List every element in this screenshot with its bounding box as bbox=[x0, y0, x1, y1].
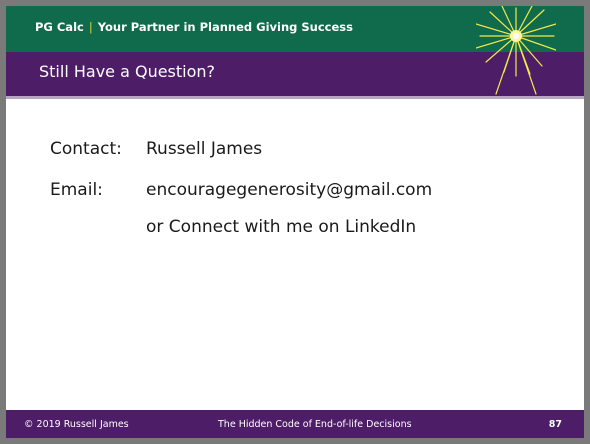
brand-line: PG Calc | Your Partner in Planned Giving S… bbox=[35, 20, 353, 34]
contact-name: Russell James bbox=[146, 139, 263, 159]
email-address[interactable]: encouragegenerosity@gmail.com bbox=[146, 180, 432, 200]
starburst-icon bbox=[476, 6, 556, 95]
contact-details: Contact: Russell James Email: encourageg… bbox=[6, 99, 584, 404]
linkedin-link[interactable]: or Connect with me on LinkedIn bbox=[146, 217, 416, 237]
email-label: Email: bbox=[50, 180, 103, 200]
footer-copyright: © 2019 Russell James bbox=[24, 419, 129, 430]
contact-label: Contact: bbox=[50, 139, 122, 159]
footer-bar: © 2019 Russell James The Hidden Code of … bbox=[6, 410, 584, 438]
slide-title: Still Have a Question? bbox=[39, 62, 216, 81]
brand-name: PG Calc bbox=[35, 20, 84, 34]
brand-separator: | bbox=[88, 20, 93, 34]
footer-presentation-title: The Hidden Code of End-of-life Decisions bbox=[218, 419, 412, 430]
slide: PG Calc | Your Partner in Planned Giving S… bbox=[6, 6, 584, 438]
brand-tagline: Your Partner in Planned Giving Success bbox=[97, 20, 353, 34]
page-number: 87 bbox=[548, 419, 562, 430]
